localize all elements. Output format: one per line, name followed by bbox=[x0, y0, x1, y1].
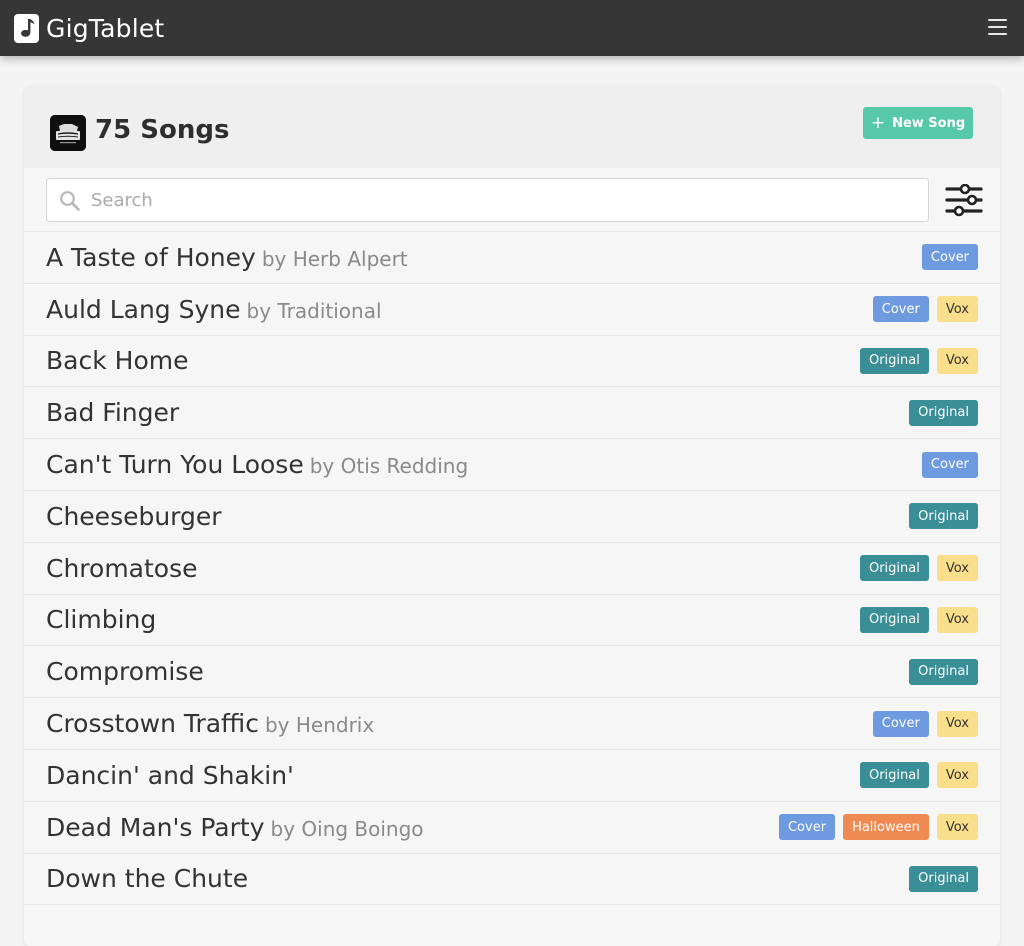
song-title: Can't Turn You Loose bbox=[46, 450, 304, 480]
tag-vox: Vox bbox=[936, 555, 978, 582]
song-row[interactable]: A Taste of Honey by Herb Alpert Cover bbox=[24, 232, 1000, 284]
page-title: 75 Songs bbox=[95, 115, 230, 145]
tag-cover: Cover bbox=[778, 814, 836, 841]
tag-original: Original bbox=[909, 865, 978, 892]
song-text: Cheeseburger bbox=[46, 502, 222, 531]
tag-halloween: Halloween bbox=[843, 814, 929, 841]
song-text: Chromatose bbox=[46, 554, 198, 583]
brand[interactable]: GigTablet bbox=[14, 13, 165, 43]
song-tags: Original Vox bbox=[852, 595, 978, 646]
tag-vox: Vox bbox=[936, 347, 978, 374]
song-text: Bad Finger bbox=[46, 398, 179, 427]
song-tags: Original bbox=[901, 646, 978, 697]
top-navbar: GigTablet bbox=[0, 0, 1024, 56]
new-song-button[interactable]: + New Song bbox=[863, 107, 973, 139]
tag-original: Original bbox=[909, 658, 978, 685]
song-row[interactable]: Dead Man's Party by Oing Boingo Cover Hallo… bbox=[24, 802, 1000, 854]
song-text: Compromise bbox=[46, 657, 204, 686]
tag-vox: Vox bbox=[936, 762, 978, 789]
plus-icon: + bbox=[870, 112, 886, 133]
tag-original: Original bbox=[859, 606, 929, 633]
song-text: Crosstown Traffic by Hendrix bbox=[46, 709, 374, 738]
song-tags: Cover bbox=[914, 439, 978, 490]
tag-cover: Cover bbox=[921, 451, 978, 478]
song-row[interactable]: Down the Chute Original bbox=[24, 854, 1000, 906]
song-title: Dancin' and Shakin' bbox=[46, 760, 294, 790]
songs-card: 75 Songs + New Song Search A Taste of Ho… bbox=[24, 86, 1000, 946]
app-title: GigTablet bbox=[46, 13, 165, 43]
song-tags: Cover Halloween Vox bbox=[771, 802, 978, 853]
search-box[interactable] bbox=[46, 178, 929, 222]
tag-original: Original bbox=[859, 762, 929, 789]
song-tags: Original bbox=[901, 387, 978, 438]
search-input[interactable] bbox=[91, 179, 911, 221]
song-title: Cheeseburger bbox=[46, 501, 222, 531]
song-artist: by Otis Redding bbox=[309, 454, 469, 479]
tag-original: Original bbox=[909, 399, 978, 426]
song-tags: Original bbox=[901, 491, 978, 542]
song-row[interactable]: Compromise Original bbox=[24, 646, 1000, 699]
song-title: Auld Lang Syne bbox=[46, 294, 241, 324]
song-title: Chromatose bbox=[46, 553, 198, 583]
song-row[interactable]: Back Home Original Vox bbox=[24, 336, 1000, 388]
song-tags: Original bbox=[901, 854, 978, 905]
song-row[interactable]: Chromatose Original Vox bbox=[24, 543, 1000, 595]
song-row[interactable]: Crosstown Traffic by Hendrix Cover Vox bbox=[24, 698, 1000, 750]
tag-vox: Vox bbox=[936, 606, 978, 633]
song-tags: Cover Vox bbox=[865, 284, 978, 335]
search-icon bbox=[59, 190, 81, 216]
song-text: Dead Man's Party by Oing Boingo bbox=[46, 813, 424, 842]
song-title: Climbing bbox=[46, 605, 157, 635]
song-title: Crosstown Traffic bbox=[46, 709, 259, 739]
song-tags: Original Vox bbox=[852, 543, 978, 594]
tag-vox: Vox bbox=[936, 710, 978, 737]
song-text: Climbing bbox=[46, 605, 156, 634]
hamburger-menu-icon[interactable] bbox=[988, 19, 1007, 35]
song-title: Bad Finger bbox=[46, 398, 180, 428]
new-song-label: New Song bbox=[892, 115, 966, 131]
song-title: Compromise bbox=[46, 657, 204, 687]
sliders-icon[interactable] bbox=[945, 183, 983, 222]
song-text: Down the Chute bbox=[46, 864, 248, 893]
song-row[interactable]: Cheeseburger Original bbox=[24, 491, 1000, 543]
tag-cover: Cover bbox=[872, 710, 929, 737]
song-text: Auld Lang Syne by Traditional bbox=[46, 295, 382, 324]
song-artist: by Oing Boingo bbox=[270, 816, 424, 841]
song-tags: Original Vox bbox=[852, 336, 978, 387]
tag-original: Original bbox=[909, 503, 978, 530]
song-text: A Taste of Honey by Herb Alpert bbox=[46, 243, 408, 272]
song-title: Back Home bbox=[46, 346, 189, 376]
song-row[interactable]: Can't Turn You Loose by Otis Redding Cover bbox=[24, 439, 1000, 491]
tag-vox: Vox bbox=[936, 814, 978, 841]
song-tags: Cover Vox bbox=[865, 698, 978, 749]
music-note-icon bbox=[14, 13, 39, 43]
song-title: A Taste of Honey bbox=[46, 242, 256, 272]
song-row[interactable]: Dancin' and Shakin' Original Vox bbox=[24, 750, 1000, 802]
tag-cover: Cover bbox=[921, 244, 978, 271]
band-avatar bbox=[50, 115, 86, 151]
tag-original: Original bbox=[859, 347, 929, 374]
song-row[interactable]: Auld Lang Syne by Traditional Cover Vox bbox=[24, 284, 1000, 336]
song-text: Can't Turn You Loose by Otis Redding bbox=[46, 450, 468, 479]
song-text: Dancin' and Shakin' bbox=[46, 761, 294, 790]
song-text: Back Home bbox=[46, 346, 188, 375]
tag-original: Original bbox=[859, 555, 929, 582]
song-title: Dead Man's Party bbox=[46, 812, 265, 842]
song-tags: Cover bbox=[914, 232, 978, 283]
song-artist: by Herb Alpert bbox=[261, 246, 408, 271]
song-tags: Original Vox bbox=[852, 750, 978, 801]
song-artist: by Traditional bbox=[246, 298, 382, 323]
search-bar bbox=[24, 168, 1000, 232]
tag-vox: Vox bbox=[936, 296, 978, 323]
song-title: Down the Chute bbox=[46, 864, 249, 894]
songs-card-header: 75 Songs + New Song bbox=[24, 86, 1000, 168]
song-row[interactable]: Bad Finger Original bbox=[24, 387, 1000, 440]
song-list: A Taste of Honey by Herb Alpert Cover Auld … bbox=[24, 232, 1000, 906]
tag-cover: Cover bbox=[872, 296, 929, 323]
song-row[interactable]: Climbing Original Vox bbox=[24, 595, 1000, 647]
song-artist: by Hendrix bbox=[264, 713, 375, 738]
